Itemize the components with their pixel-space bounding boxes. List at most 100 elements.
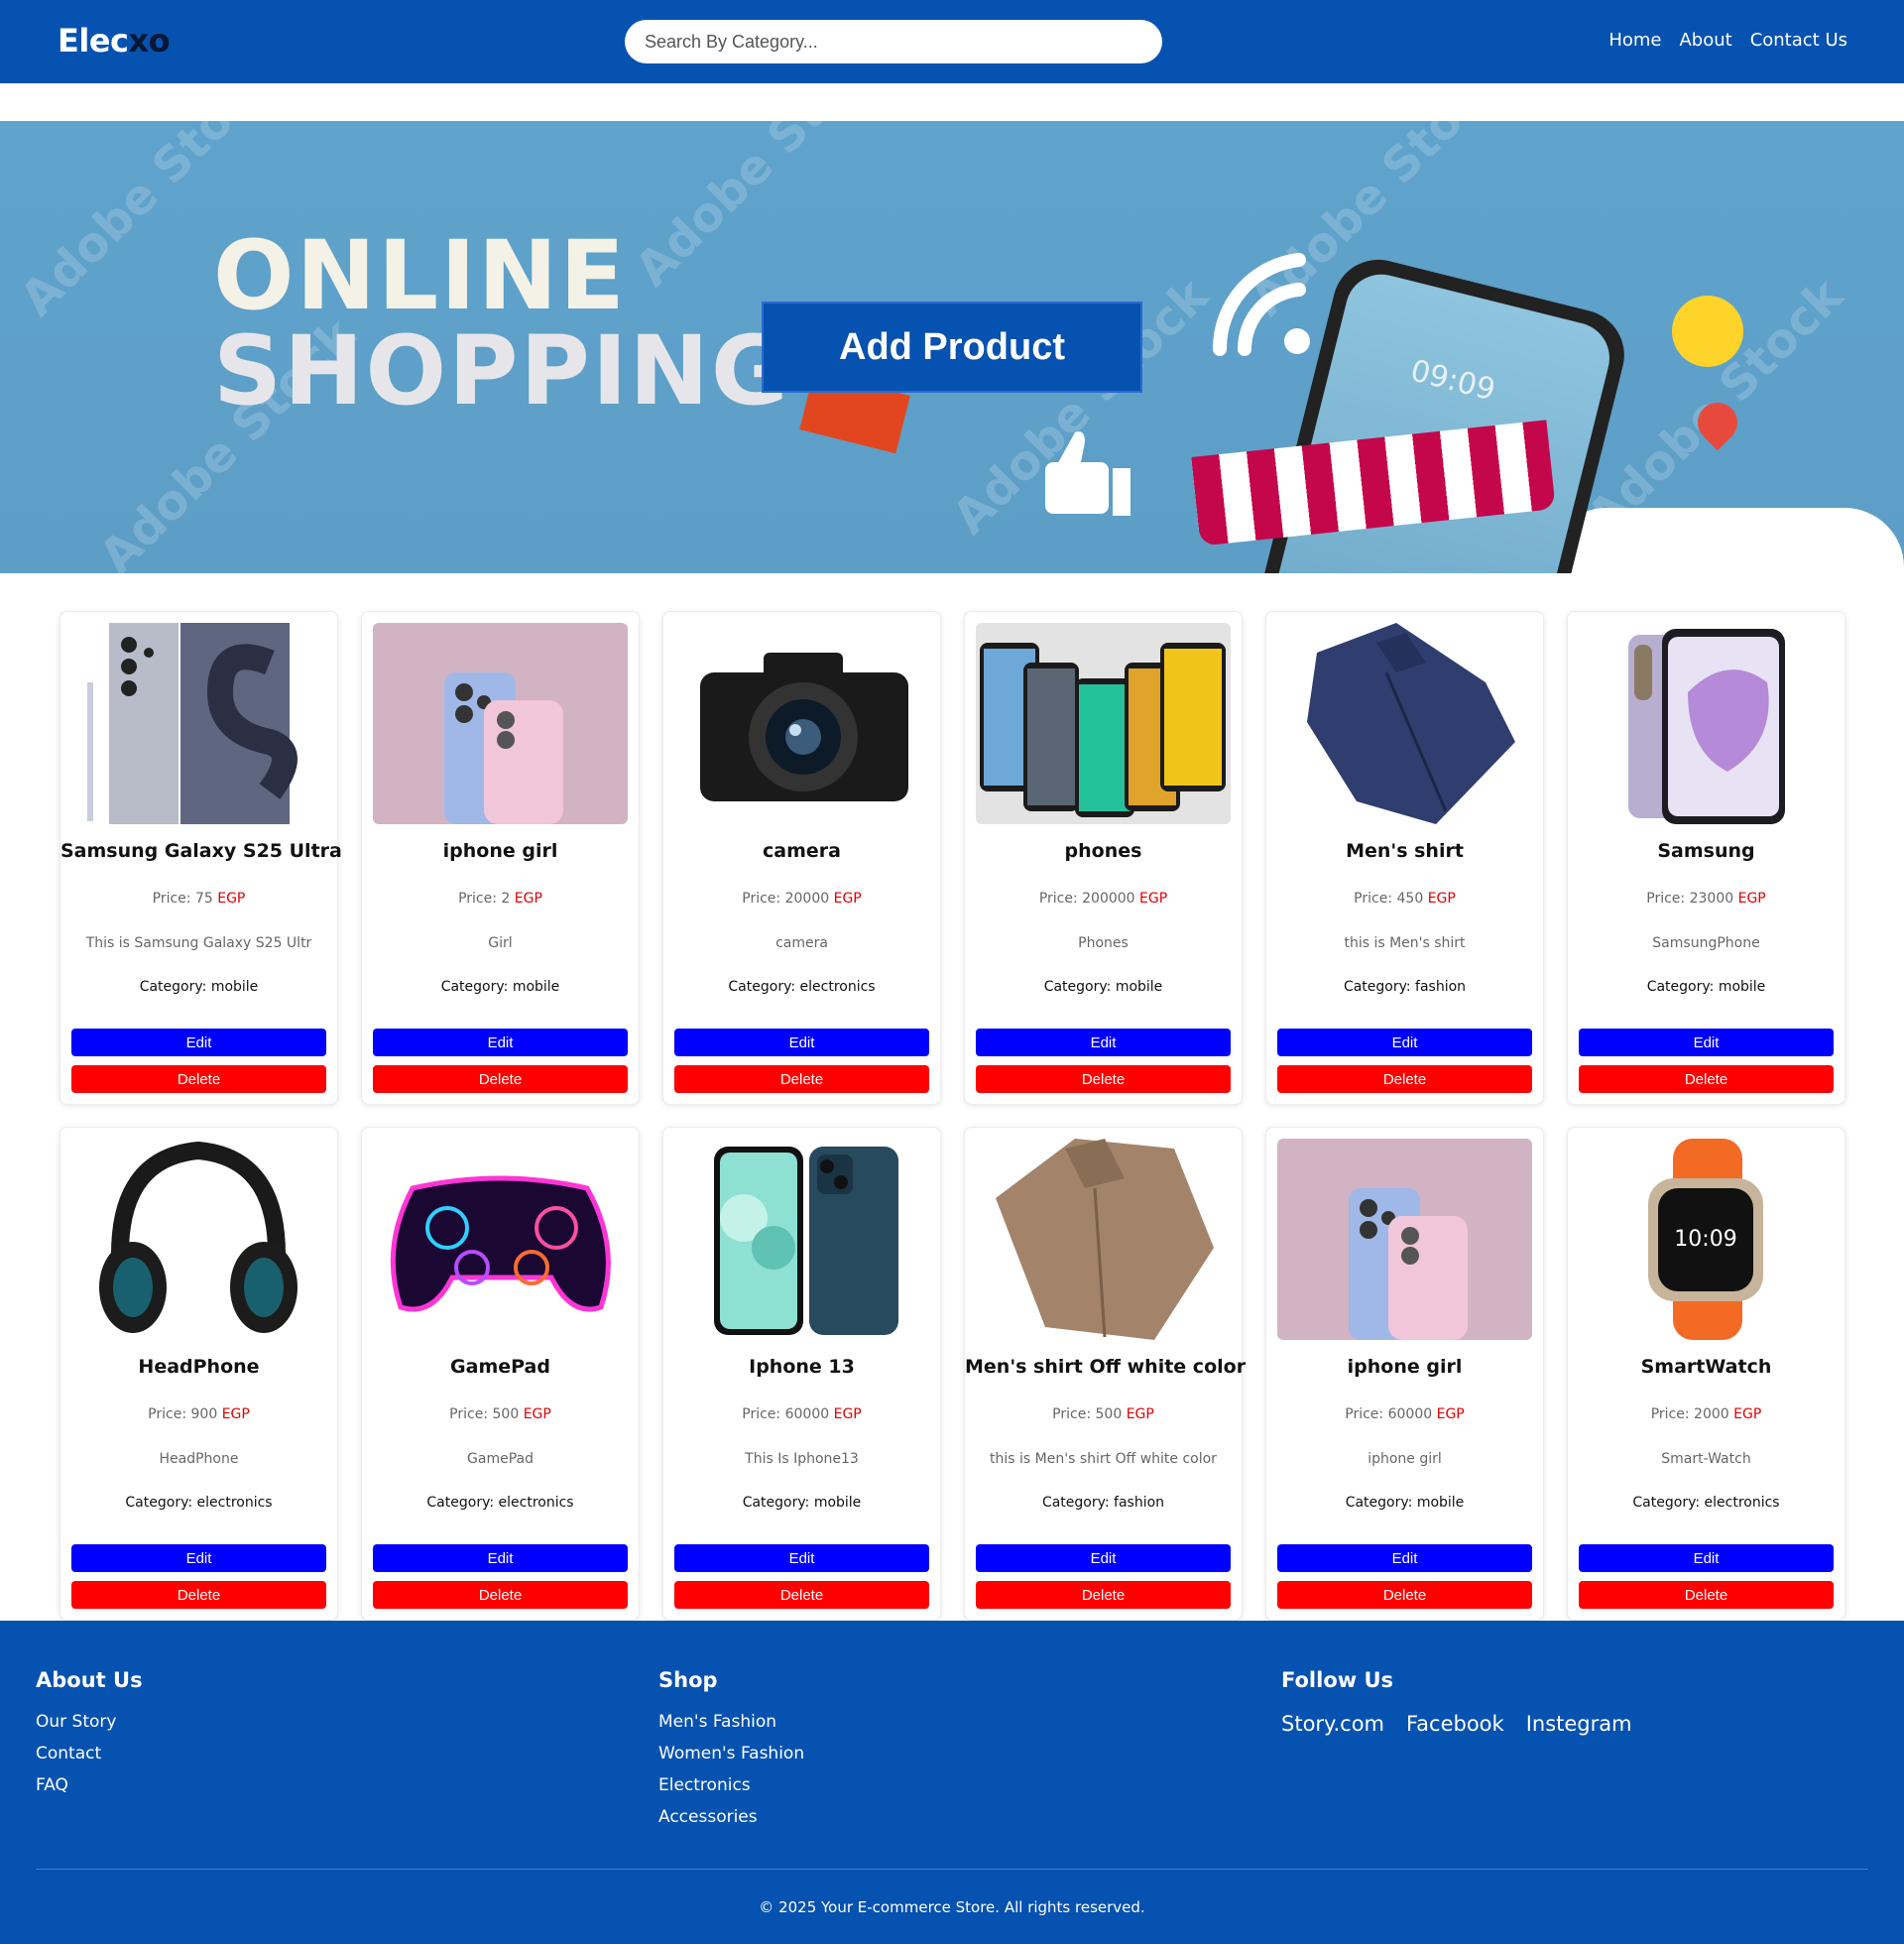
price-value: 500	[492, 1406, 520, 1422]
search-input[interactable]	[625, 20, 1162, 63]
delete-button[interactable]: Delete	[71, 1581, 326, 1609]
category-value: mobile	[1416, 1495, 1465, 1511]
nav-about-link[interactable]: About	[1679, 30, 1731, 51]
edit-button[interactable]: Edit	[1579, 1544, 1834, 1572]
footer-link-accessories[interactable]: Accessories	[658, 1807, 804, 1827]
product-name: Samsung	[1657, 840, 1755, 862]
product-category: Category: mobile	[965, 979, 1242, 995]
nav-contact-link[interactable]: Contact Us	[1750, 30, 1847, 51]
category-label: Category:	[1345, 1495, 1413, 1511]
product-description: this is Men's shirt Off white color	[990, 1451, 1217, 1467]
product-price: Price: 60000 EGP	[1266, 1406, 1543, 1422]
edit-button[interactable]: Edit	[1579, 1029, 1834, 1056]
footer-link-our-story[interactable]: Our Story	[36, 1712, 143, 1732]
camera-image	[674, 623, 929, 824]
delete-button[interactable]: Delete	[674, 1065, 929, 1093]
footer-link-mens-fashion[interactable]: Men's Fashion	[658, 1712, 804, 1732]
smartwatch-image: 10:09	[1579, 1139, 1834, 1340]
product-category: Category: mobile	[1266, 1495, 1543, 1511]
phones-group-image	[976, 623, 1231, 824]
product-category: Category: mobile	[362, 979, 639, 995]
delete-button[interactable]: Delete	[373, 1065, 628, 1093]
edit-button[interactable]: Edit	[674, 1544, 929, 1572]
category-value: electronics	[196, 1495, 273, 1511]
product-price: Price: 23000 EGP	[1568, 891, 1844, 907]
nav-links: Home About Contact Us	[1608, 30, 1847, 51]
product-name: SmartWatch	[1640, 1356, 1772, 1378]
delete-button[interactable]: Delete	[1277, 1581, 1532, 1609]
smile-emoji-icon	[1672, 296, 1743, 367]
edit-button[interactable]: Edit	[976, 1029, 1231, 1056]
samsung-s25-image	[71, 623, 326, 824]
price-currency: EGP	[217, 891, 246, 907]
edit-button[interactable]: Edit	[1277, 1544, 1532, 1572]
edit-button[interactable]: Edit	[1277, 1029, 1532, 1056]
navy-shirt-image	[1277, 623, 1532, 824]
footer-link-womens-fashion[interactable]: Women's Fashion	[658, 1744, 804, 1763]
product-category: Category: mobile	[663, 1495, 940, 1511]
delete-button[interactable]: Delete	[674, 1581, 929, 1609]
hero-title-line-2: SHOPPING	[213, 315, 791, 426]
iphone-pink-image	[373, 623, 628, 824]
category-value: mobile	[1115, 979, 1163, 995]
price-currency: EGP	[1737, 891, 1766, 907]
delete-button[interactable]: Delete	[976, 1581, 1231, 1609]
delete-button[interactable]: Delete	[373, 1581, 628, 1609]
price-label: Price:	[1650, 1406, 1690, 1422]
delete-button[interactable]: Delete	[1579, 1581, 1834, 1609]
price-currency: EGP	[833, 1406, 862, 1422]
product-category: Category: mobile	[1568, 979, 1844, 995]
add-product-button[interactable]: Add Product	[762, 302, 1142, 393]
edit-button[interactable]: Edit	[373, 1029, 628, 1056]
product-card: phones Price: 200000 EGP Phones Category…	[964, 611, 1243, 1105]
product-category: Category: mobile	[60, 979, 337, 995]
social-link-facebook[interactable]: Facebook	[1406, 1712, 1504, 1736]
product-description: This is Samsung Galaxy S25 Ultr	[85, 935, 312, 951]
price-label: Price:	[152, 891, 191, 907]
footer-shop-column: Shop Men's Fashion Women's Fashion Elect…	[658, 1668, 804, 1839]
product-description: This Is Iphone13	[745, 1451, 859, 1467]
price-value: 2000	[1694, 1406, 1729, 1422]
product-description: HeadPhone	[159, 1451, 239, 1467]
category-value: fashion	[1114, 1495, 1165, 1511]
gamepad-image	[373, 1139, 628, 1340]
price-currency: EGP	[1436, 1406, 1465, 1422]
price-value: 500	[1095, 1406, 1123, 1422]
nav-home-link[interactable]: Home	[1608, 30, 1661, 51]
category-value: fashion	[1415, 979, 1467, 995]
price-label: Price:	[1345, 1406, 1384, 1422]
svg-text:10:09: 10:09	[1674, 1227, 1736, 1252]
social-link-story[interactable]: Story.com	[1281, 1712, 1384, 1736]
price-currency: EGP	[523, 1406, 551, 1422]
category-label: Category:	[728, 979, 796, 995]
delete-button[interactable]: Delete	[71, 1065, 326, 1093]
category-value: electronics	[1704, 1495, 1780, 1511]
category-label: Category:	[1343, 979, 1411, 995]
product-price: Price: 450 EGP	[1266, 891, 1543, 907]
product-description: camera	[775, 935, 828, 951]
footer-link-contact[interactable]: Contact	[36, 1744, 143, 1763]
social-link-instagram[interactable]: Instegram	[1526, 1712, 1632, 1736]
edit-button[interactable]: Edit	[71, 1029, 326, 1056]
edit-button[interactable]: Edit	[373, 1544, 628, 1572]
category-value: electronics	[799, 979, 876, 995]
footer-link-faq[interactable]: FAQ	[36, 1775, 143, 1795]
footer-link-electronics[interactable]: Electronics	[658, 1775, 804, 1795]
logo-part-1: Elec	[58, 22, 129, 60]
product-price: Price: 900 EGP	[60, 1406, 337, 1422]
headphone-image	[71, 1139, 326, 1340]
delete-button[interactable]: Delete	[976, 1065, 1231, 1093]
hero-title-line-1: ONLINE	[213, 220, 627, 331]
site-logo[interactable]: Elecxo	[58, 22, 171, 60]
price-currency: EGP	[514, 891, 542, 907]
social-links: Story.com Facebook Instegram	[1281, 1712, 1632, 1736]
edit-button[interactable]: Edit	[71, 1544, 326, 1572]
edit-button[interactable]: Edit	[976, 1544, 1231, 1572]
delete-button[interactable]: Delete	[1277, 1065, 1532, 1093]
delete-button[interactable]: Delete	[1579, 1065, 1834, 1093]
product-name: camera	[763, 840, 841, 862]
price-value: 60000	[1387, 1406, 1433, 1422]
price-label: Price:	[1038, 891, 1078, 907]
edit-button[interactable]: Edit	[674, 1029, 929, 1056]
price-label: Price:	[742, 891, 781, 907]
